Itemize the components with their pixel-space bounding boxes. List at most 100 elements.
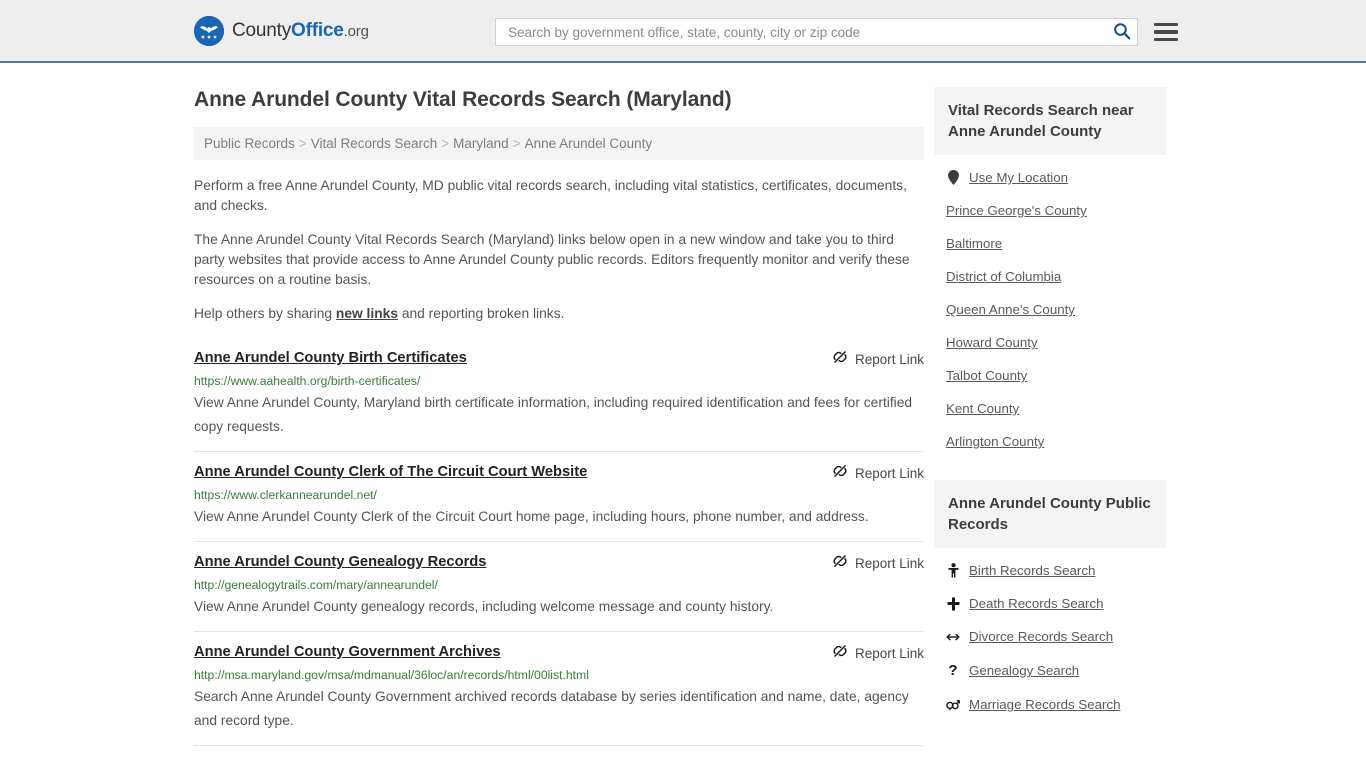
sidebar-item-baltimore[interactable]: Baltimore <box>934 227 1166 260</box>
sidebar-nearby-link[interactable]: Arlington County <box>946 434 1044 449</box>
intro-paragraph-2: The Anne Arundel County Vital Records Se… <box>194 232 910 287</box>
report-link-label: Report Link <box>854 646 924 661</box>
logo-text-office: Office <box>291 19 344 41</box>
sidebar-nearby-link[interactable]: Use My Location <box>969 170 1068 185</box>
sidebar-nearby-link[interactable]: Baltimore <box>946 236 1002 251</box>
sidebar-item-birth-records-search[interactable]: Birth Records Search <box>934 554 1166 587</box>
result-url[interactable]: http://genealogytrails.com/mary/annearun… <box>194 577 924 593</box>
report-link-label: Report Link <box>854 466 924 481</box>
result-description: View Anne Arundel County Clerk of the Ci… <box>194 509 869 524</box>
hamburger-bar-1 <box>1154 22 1178 27</box>
broken-link-icon <box>832 643 848 664</box>
gender-symbols-icon <box>946 698 960 711</box>
report-link-button[interactable]: Report Link <box>832 462 924 484</box>
sidebar-item-prince-georges-county[interactable]: Prince George's County <box>934 194 1166 227</box>
breadcrumb-separator-2: > <box>512 136 521 151</box>
result-description: View Anne Arundel County genealogy recor… <box>194 599 774 614</box>
sidebar-nearby-title: Vital Records Search near Anne Arundel C… <box>934 87 1166 155</box>
page-body: Anne Arundel County Vital Records Search… <box>0 63 1366 746</box>
cross-icon <box>946 597 960 611</box>
result-header: Anne Arundel County Genealogy Records Re… <box>194 552 924 574</box>
result-title-link[interactable]: Anne Arundel County Birth Certificates <box>194 348 467 368</box>
sidebar-item-queen-annes-county[interactable]: Queen Anne's County <box>934 293 1166 326</box>
hamburger-menu-icon[interactable] <box>1154 22 1178 42</box>
search-input[interactable] <box>506 23 1111 41</box>
sidebar-public-records-link[interactable]: Divorce Records Search <box>969 629 1113 644</box>
report-link-button[interactable]: Report Link <box>832 552 924 574</box>
breadcrumb-separator-0: > <box>298 136 307 151</box>
sidebar-item-use-my-location[interactable]: Use My Location <box>934 161 1166 194</box>
broken-link-icon <box>832 463 848 484</box>
sidebar-nearby-link[interactable]: District of Columbia <box>946 269 1061 284</box>
main-content: Anne Arundel County Vital Records Search… <box>194 63 924 746</box>
sidebar-nearby-link[interactable]: Queen Anne's County <box>946 302 1075 317</box>
site-header: CountyOffice.org <box>0 0 1366 63</box>
search-submit-button[interactable] <box>1111 21 1133 43</box>
sidebar: Vital Records Search near Anne Arundel C… <box>934 63 1166 746</box>
sidebar-public-records-title: Anne Arundel County Public Records <box>934 480 1166 548</box>
hamburger-bar-2 <box>1154 30 1178 34</box>
result-item: Anne Arundel County Birth Certificates R… <box>194 338 924 452</box>
breadcrumb-item-2[interactable]: Maryland <box>453 136 509 151</box>
site-logo-text: CountyOffice.org <box>232 20 369 42</box>
eagle-seal-icon <box>194 15 224 46</box>
intro-p3-before: Help others by sharing <box>194 306 336 321</box>
question-mark-icon: ? <box>948 662 958 679</box>
sidebar-nearby-link[interactable]: Howard County <box>946 335 1038 350</box>
sidebar-nearby-link[interactable]: Kent County <box>946 401 1019 416</box>
sidebar-nearby-link[interactable]: Prince George's County <box>946 203 1087 218</box>
sidebar-public-records-link[interactable]: Birth Records Search <box>969 563 1095 578</box>
new-links-link[interactable]: new links <box>336 306 398 321</box>
logo-text-county: County <box>232 19 292 41</box>
result-item: Anne Arundel County Genealogy Records Re… <box>194 542 924 632</box>
sidebar-nearby-list: Use My Location Prince George's County B… <box>934 155 1166 458</box>
header-search-area <box>495 18 1178 46</box>
breadcrumb-item-0[interactable]: Public Records <box>204 136 295 151</box>
broken-link-icon <box>832 349 848 370</box>
result-description: Search Anne Arundel County Government ar… <box>194 689 909 728</box>
hamburger-bar-3 <box>1154 37 1178 42</box>
result-url[interactable]: http://msa.maryland.gov/msa/mdmanual/36l… <box>194 667 924 683</box>
sidebar-public-records-link[interactable]: Death Records Search <box>969 596 1104 611</box>
sidebar-item-arlington-county[interactable]: Arlington County <box>934 425 1166 458</box>
breadcrumb: Public Records > Vital Records Search > Mary… <box>194 127 924 160</box>
sidebar-public-records-link[interactable]: Genealogy Search <box>969 663 1079 678</box>
sidebar-item-talbot-county[interactable]: Talbot County <box>934 359 1166 392</box>
intro-text: Perform a free Anne Arundel County, MD p… <box>194 176 924 324</box>
result-title-link[interactable]: Anne Arundel County Government Archives <box>194 642 501 662</box>
result-header: Anne Arundel County Clerk of The Circuit… <box>194 462 924 484</box>
sidebar-public-records-list: Birth Records Search Death Records Searc… <box>934 548 1166 721</box>
result-header: Anne Arundel County Birth Certificates R… <box>194 348 924 370</box>
sidebar-item-kent-county[interactable]: Kent County <box>934 392 1166 425</box>
breadcrumb-item-1[interactable]: Vital Records Search <box>311 136 438 151</box>
sidebar-nearby-link[interactable]: Talbot County <box>946 368 1027 383</box>
report-link-button[interactable]: Report Link <box>832 642 924 664</box>
breadcrumb-separator-1: > <box>441 136 450 151</box>
search-box[interactable] <box>495 18 1138 46</box>
sidebar-item-marriage-records-search[interactable]: Marriage Records Search <box>934 688 1166 721</box>
site-logo[interactable]: CountyOffice.org <box>194 15 369 46</box>
result-header: Anne Arundel County Government Archives … <box>194 642 924 664</box>
breadcrumb-item-3[interactable]: Anne Arundel County <box>525 136 653 151</box>
split-arrow-icon <box>946 631 960 643</box>
intro-paragraph-1: Perform a free Anne Arundel County, MD p… <box>194 178 907 213</box>
sidebar-item-death-records-search[interactable]: Death Records Search <box>934 587 1166 620</box>
result-url[interactable]: https://www.clerkannearundel.net/ <box>194 487 924 503</box>
search-icon <box>1113 22 1131 43</box>
sidebar-item-district-of-columbia[interactable]: District of Columbia <box>934 260 1166 293</box>
report-link-button[interactable]: Report Link <box>832 348 924 370</box>
sidebar-item-howard-county[interactable]: Howard County <box>934 326 1166 359</box>
result-description: View Anne Arundel County, Maryland birth… <box>194 395 913 434</box>
result-title-link[interactable]: Anne Arundel County Genealogy Records <box>194 552 486 572</box>
map-pin-icon <box>946 170 960 185</box>
sidebar-item-genealogy-search[interactable]: ? Genealogy Search <box>934 653 1166 688</box>
result-item: Anne Arundel County Clerk of The Circuit… <box>194 452 924 542</box>
result-title-link[interactable]: Anne Arundel County Clerk of The Circuit… <box>194 462 587 482</box>
sidebar-item-divorce-records-search[interactable]: Divorce Records Search <box>934 620 1166 653</box>
logo-text-org: .org <box>343 22 369 40</box>
sidebar-public-records-link[interactable]: Marriage Records Search <box>969 697 1121 712</box>
result-url[interactable]: https://www.aahealth.org/birth-certifica… <box>194 373 924 389</box>
page-title: Anne Arundel County Vital Records Search… <box>194 88 732 111</box>
intro-paragraph-3: Help others by sharing new links and rep… <box>194 304 924 324</box>
